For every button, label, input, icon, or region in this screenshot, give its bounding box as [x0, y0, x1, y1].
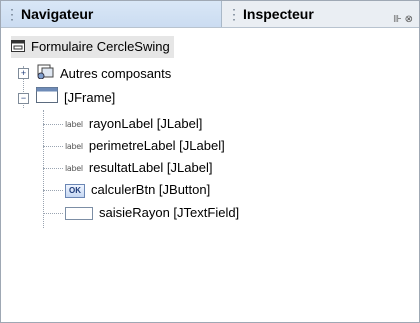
- tab-inspector[interactable]: ⋮ Inspecteur ⊪ ⊗: [223, 1, 419, 27]
- expand-other-toggle[interactable]: +: [18, 68, 29, 79]
- tree-guide: [43, 146, 63, 147]
- tree-guide: [43, 110, 44, 228]
- form-icon: [11, 37, 25, 59]
- frame-icon: [36, 87, 58, 110]
- textfield-icon: [65, 207, 93, 221]
- button-icon: OK: [65, 183, 85, 198]
- tree-item-label: perimetreLabel [JLabel]: [88, 138, 225, 153]
- grip-icon: ⋮: [5, 6, 19, 22]
- tree-item-perimetrelabel[interactable]: label perimetreLabel [JLabel]: [65, 135, 225, 157]
- tree-guide: [43, 213, 63, 214]
- tree-guide: [43, 124, 63, 125]
- tree-item-label: calculerBtn [JButton]: [91, 182, 211, 197]
- grip-icon: ⋮: [227, 6, 241, 22]
- tab-navigator-label: Navigateur: [21, 6, 94, 22]
- tab-controls-icon[interactable]: ⊪ ⊗: [393, 7, 413, 33]
- tree-guide: [43, 168, 63, 169]
- label-icon: label: [65, 119, 83, 129]
- components-icon: [36, 63, 54, 86]
- label-icon: label: [65, 141, 83, 151]
- tab-bar: ⋮ Navigateur ⋮ Inspecteur ⊪ ⊗: [1, 1, 419, 28]
- tree-item-resultatlabel[interactable]: label resultatLabel [JLabel]: [65, 157, 212, 179]
- tab-inspector-label: Inspecteur: [243, 6, 314, 22]
- tree-item-label: resultatLabel [JLabel]: [88, 160, 213, 175]
- tree-item-other-components[interactable]: Autres composants: [36, 63, 171, 85]
- navigator-panel: ⋮ Navigateur ⋮ Inspecteur ⊪ ⊗ Formulaire C…: [0, 0, 420, 323]
- tree-guide: [43, 190, 63, 191]
- tree-item-other-label: Autres composants: [60, 66, 172, 81]
- tree-item-label: saisieRayon [JTextField]: [99, 205, 240, 220]
- tree-item-calculerbtn[interactable]: OK calculerBtn [JButton]: [65, 179, 210, 201]
- tree-root-label: Formulaire CercleSwing: [31, 39, 170, 54]
- tree-item-rayonlabel[interactable]: label rayonLabel [JLabel]: [65, 113, 202, 135]
- tab-navigator[interactable]: ⋮ Navigateur: [1, 1, 222, 27]
- tree-item-jframe-label: [JFrame]: [64, 90, 116, 105]
- collapse-frame-toggle[interactable]: −: [18, 93, 29, 104]
- tree-item-saisierayon[interactable]: saisieRayon [JTextField]: [65, 202, 239, 224]
- tree-root-form[interactable]: Formulaire CercleSwing: [11, 36, 174, 58]
- tree-item-label: rayonLabel [JLabel]: [88, 116, 203, 131]
- tree-item-jframe[interactable]: [JFrame]: [36, 87, 115, 109]
- label-icon: label: [65, 163, 83, 173]
